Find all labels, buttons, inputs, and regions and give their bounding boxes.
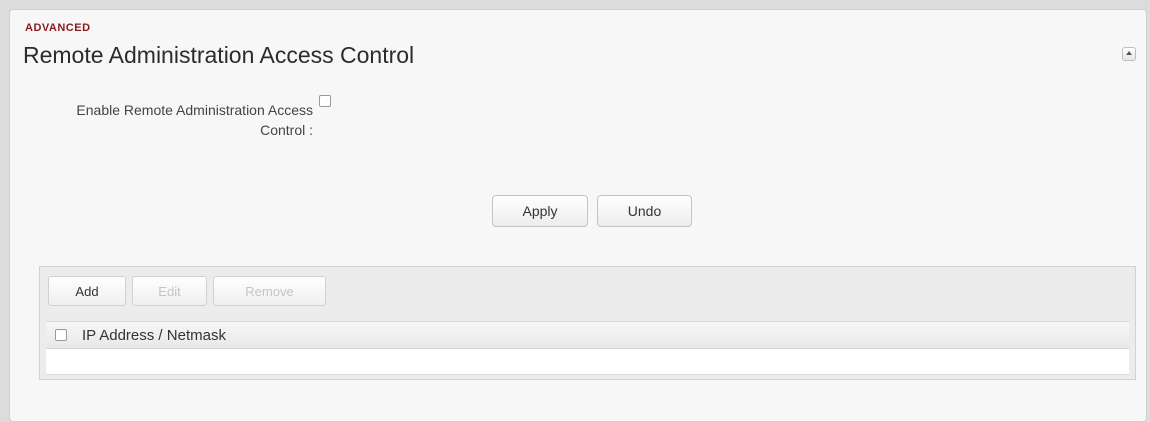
page-title: Remote Administration Access Control (23, 42, 415, 68)
apply-button[interactable]: Apply (492, 195, 588, 227)
grid-body (46, 349, 1129, 375)
enable-remote-admin-checkbox[interactable] (319, 95, 331, 107)
edit-button[interactable]: Edit (132, 276, 207, 306)
section-eyebrow: ADVANCED (25, 22, 91, 34)
select-all-checkbox[interactable] (55, 329, 67, 341)
remote-admin-panel: ADVANCED Remote Administration Access Co… (9, 9, 1147, 422)
column-header-ip-netmask[interactable]: IP Address / Netmask (82, 327, 226, 344)
remove-button[interactable]: Remove (213, 276, 326, 306)
ip-address-grid: Add Edit Remove IP Address / Netmask (39, 266, 1136, 380)
enable-remote-admin-label: Enable Remote Administration Access Cont… (76, 102, 313, 138)
add-button[interactable]: Add (48, 276, 126, 306)
undo-button[interactable]: Undo (597, 195, 692, 227)
grid-header: IP Address / Netmask (46, 321, 1129, 349)
collapse-icon[interactable] (1122, 47, 1136, 61)
